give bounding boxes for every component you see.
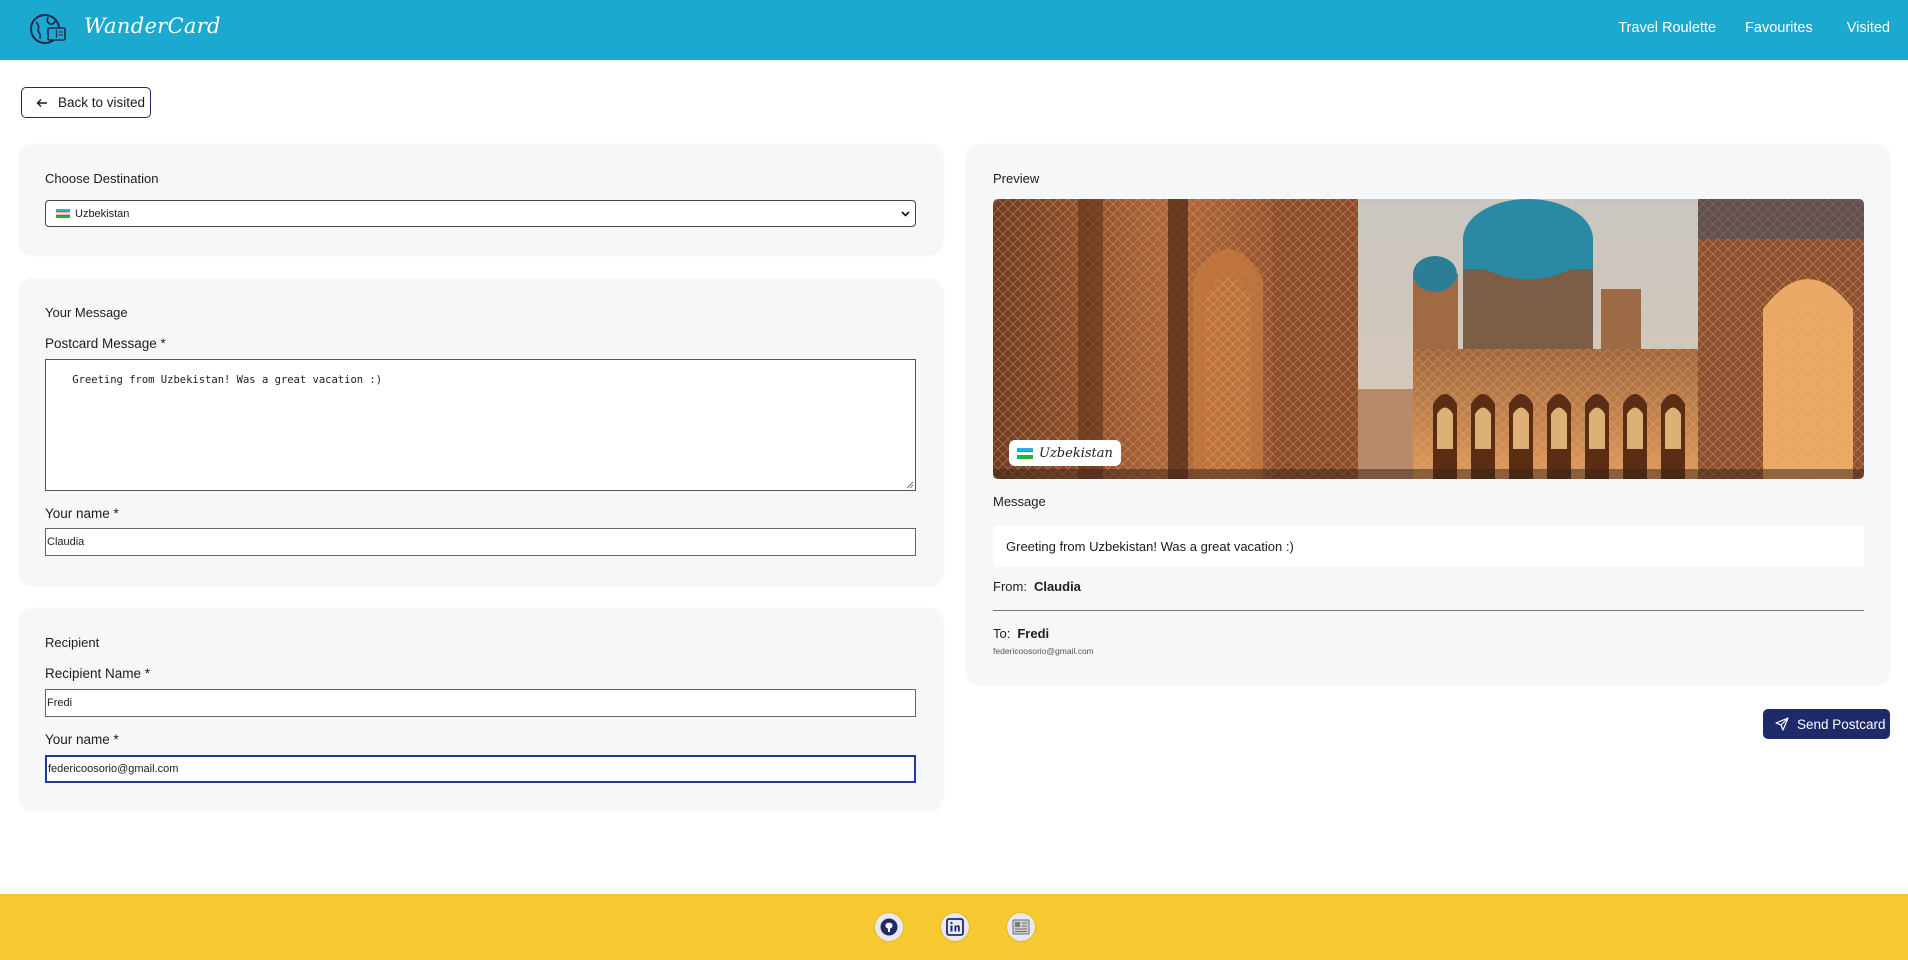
send-postcard-button[interactable]: Send Postcard: [1763, 709, 1890, 739]
back-to-visited-button[interactable]: Back to visited: [21, 87, 151, 118]
uzbekistan-flag-icon: [56, 209, 70, 218]
destination-photo: Uzbekistan: [993, 199, 1864, 479]
arrow-left-icon: [36, 98, 47, 107]
recipient-section-title: Recipient: [45, 635, 100, 650]
preview-title: Preview: [993, 171, 1040, 186]
postcard-message-value: Greeting from Uzbekistan! Was a great va…: [72, 374, 383, 386]
recipient-email-label: Your name *: [45, 732, 119, 747]
sender-name-input[interactable]: Claudia: [45, 528, 916, 556]
linkedin-icon[interactable]: [941, 913, 969, 941]
postcard-message-label: Postcard Message *: [45, 336, 166, 351]
to-name: Fredi: [1017, 626, 1050, 641]
uzbekistan-flag-icon: [1017, 447, 1033, 459]
globe-logo-icon[interactable]: [28, 12, 68, 48]
resize-grip-icon[interactable]: [906, 481, 914, 489]
top-navbar: WanderCard Travel Roulette Favourites Vi…: [0, 0, 1908, 60]
message-section-title: Your Message: [45, 305, 128, 320]
preview-from-row: From: Claudia: [993, 579, 1081, 594]
footer: [0, 894, 1908, 960]
destination-selected-value: Uzbekistan: [75, 207, 130, 220]
preview-card: Preview Uzbekistan Message Greeting from…: [967, 145, 1889, 683]
preview-to-row: To: Fredi: [993, 626, 1049, 641]
back-button-label: Back to visited: [58, 95, 146, 110]
recipient-name-input[interactable]: Fredi: [45, 689, 916, 717]
nav-visited[interactable]: Visited: [1847, 20, 1890, 36]
to-label: To:: [993, 626, 1011, 641]
destination-title: Choose Destination: [45, 171, 159, 186]
country-badge: Uzbekistan: [1009, 440, 1121, 466]
preview-message-box: Greeting from Uzbekistan! Was a great va…: [993, 525, 1864, 567]
from-label: From:: [993, 579, 1027, 594]
destination-card: Choose Destination Uzbekistan: [20, 145, 942, 253]
preview-message-label: Message: [993, 494, 1046, 509]
message-card: Your Message Postcard Message * Greeting…: [20, 279, 942, 584]
recipient-email-value: federicoosorio@gmail.com: [48, 763, 179, 775]
nav-favourites[interactable]: Favourites: [1745, 20, 1813, 36]
main-nav: Travel Roulette Favourites Visited: [1618, 0, 1908, 56]
destination-select[interactable]: Uzbekistan: [45, 200, 916, 227]
postcard-message-textarea[interactable]: Greeting from Uzbekistan! Was a great va…: [45, 359, 916, 491]
country-badge-name: Uzbekistan: [1039, 445, 1113, 461]
brand-name[interactable]: WanderCard: [84, 14, 221, 38]
recipient-email-input[interactable]: federicoosorio@gmail.com: [45, 755, 916, 783]
recipient-name-value: Fredi: [47, 697, 73, 709]
send-button-label: Send Postcard: [1797, 716, 1886, 732]
preview-divider: [993, 610, 1864, 611]
github-icon[interactable]: [875, 913, 903, 941]
from-name: Claudia: [1033, 579, 1081, 594]
sender-name-value: Claudia: [47, 536, 85, 548]
send-icon: [1775, 717, 1789, 731]
to-email: federicoosorio@gmail.com: [993, 646, 1094, 656]
portfolio-icon[interactable]: [1007, 913, 1035, 941]
recipient-card: Recipient Recipient Name * Fredi Your na…: [20, 609, 942, 809]
sender-name-label: Your name *: [45, 506, 119, 521]
recipient-name-label: Recipient Name *: [45, 666, 151, 681]
nav-travel-roulette[interactable]: Travel Roulette: [1618, 20, 1716, 36]
chevron-down-icon: [901, 211, 910, 217]
preview-message-text: Greeting from Uzbekistan! Was a great va…: [1006, 538, 1294, 554]
